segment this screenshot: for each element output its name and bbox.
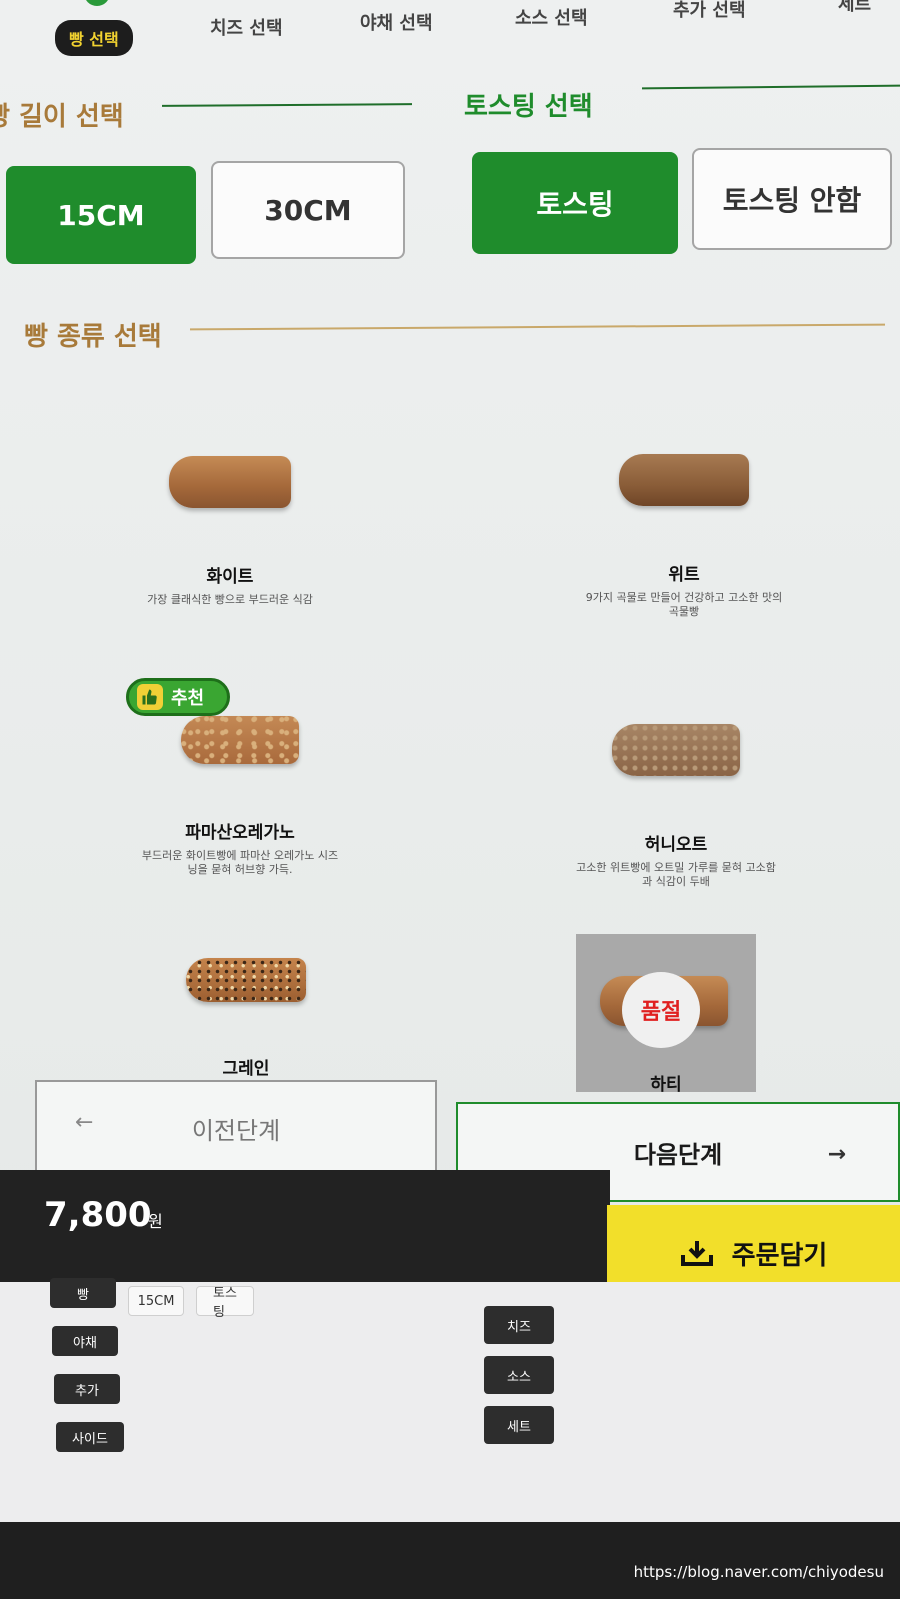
bread-wheat-image xyxy=(619,454,749,506)
toasting-section-title: 토스팅 선택 xyxy=(464,92,593,122)
bread-name: 화이트 xyxy=(206,567,254,587)
length-divider xyxy=(161,103,413,107)
bread-parmesan-image xyxy=(181,716,299,764)
blog-watermark: https://blog.naver.com/chiyodesu xyxy=(633,1563,884,1581)
step-vegetable[interactable]: 야채 선택 xyxy=(360,9,433,35)
step-bread[interactable]: 빵 선택 xyxy=(55,20,133,56)
toasting-on-button[interactable]: 토스팅 xyxy=(472,152,678,254)
arrow-left-icon: ← xyxy=(75,1110,94,1135)
bread-grain-image xyxy=(186,958,306,1002)
kiosk-bezel xyxy=(0,1522,900,1599)
bread-description: 부드러운 화이트빵에 파마산 오레가노 시즈닝을 묻혀 허브향 가득. xyxy=(141,849,339,876)
next-step-label: 다음단계 xyxy=(633,1140,723,1169)
bread-card-parmesan-oregano[interactable]: 파마산오레가노 부드러운 화이트빵에 파마산 오레가노 시즈닝을 묻혀 허브향 … xyxy=(140,716,340,877)
summary-length-tag: 15CM xyxy=(128,1286,184,1316)
toasting-off-button[interactable]: 토스팅 안함 xyxy=(692,148,892,250)
soldout-badge: 품절 xyxy=(622,972,700,1048)
bread-section-title: 빵 종류 선택 xyxy=(24,322,162,352)
bread-description: 가장 클래식한 빵으로 부드러운 식감 xyxy=(147,593,313,606)
thumbs-up-icon xyxy=(137,684,163,710)
toasting-divider xyxy=(641,84,900,90)
add-to-order-label: 주문담기 xyxy=(731,1240,828,1271)
summary-set-tag[interactable]: 세트 xyxy=(484,1406,554,1444)
length-30cm-button[interactable]: 30CM xyxy=(211,161,405,259)
bread-name: 위트 xyxy=(668,565,700,585)
bread-name: 그레인 xyxy=(222,1059,270,1079)
bread-card-honey-oat[interactable]: 허니오트 고소한 위트빵에 오트밀 가루를 묻혀 고소함과 식감이 두배 xyxy=(576,724,776,889)
summary-side-tag[interactable]: 사이드 xyxy=(56,1422,124,1452)
arrow-right-icon: → xyxy=(827,1142,846,1167)
recommend-label: 추천 xyxy=(171,688,205,709)
total-price: 7,800 xyxy=(44,1195,152,1235)
bread-white-image xyxy=(169,456,291,508)
current-step-indicator xyxy=(84,0,110,6)
download-tray-icon xyxy=(680,1239,714,1267)
bread-name: 파마산오레가노 xyxy=(185,823,295,843)
step-sauce[interactable]: 소스 선택 xyxy=(515,4,588,30)
bread-card-white[interactable]: 화이트 가장 클래식한 빵으로 부드러운 식감 xyxy=(130,456,330,607)
summary-cheese-tag[interactable]: 치즈 xyxy=(484,1306,554,1344)
summary-extra-tag[interactable]: 추가 xyxy=(54,1374,120,1404)
bread-description: 9가지 곡물로 만들어 건강하고 고소한 맛의 곡물빵 xyxy=(585,591,783,618)
order-summary-panel xyxy=(0,1282,900,1522)
summary-toasting-tag: 토스팅 xyxy=(196,1286,254,1320)
prev-step-label: 이전단계 xyxy=(191,1116,281,1145)
price-unit: 원 xyxy=(148,1212,163,1231)
summary-bread-tag[interactable]: 빵 xyxy=(50,1278,116,1308)
bread-honey-oat-image xyxy=(612,724,740,776)
bread-card-hearty-soldout: 품절 하티 xyxy=(576,934,756,1095)
bread-name: 허니오트 xyxy=(644,835,708,855)
bread-card-wheat[interactable]: 위트 9가지 곡물로 만들어 건강하고 고소한 맛의 곡물빵 xyxy=(584,454,784,619)
bread-divider xyxy=(190,323,885,331)
summary-sauce-tag[interactable]: 소스 xyxy=(484,1356,554,1394)
kiosk-screen: 빵 선택 치즈 선택 야채 선택 소스 선택 추가 선택 세트 빵 길이 선택 … xyxy=(0,0,900,1599)
bread-card-grain[interactable]: 그레인 xyxy=(146,958,346,1079)
step-cheese[interactable]: 치즈 선택 xyxy=(210,14,283,40)
prev-step-button[interactable]: ← 이전단계 xyxy=(35,1080,437,1176)
length-15cm-button[interactable]: 15CM xyxy=(6,166,196,264)
length-section-title: 빵 길이 선택 xyxy=(0,102,124,132)
summary-vegetable-tag[interactable]: 야채 xyxy=(52,1326,118,1356)
recommend-badge: 추천 xyxy=(126,678,230,716)
step-navigation: 빵 선택 치즈 선택 야채 선택 소스 선택 추가 선택 세트 xyxy=(0,0,900,60)
bread-name: 하티 xyxy=(650,1075,682,1095)
step-set[interactable]: 세트 xyxy=(838,0,871,16)
step-extra[interactable]: 추가 선택 xyxy=(673,0,746,22)
bread-description: 고소한 위트빵에 오트밀 가루를 묻혀 고소함과 식감이 두배 xyxy=(576,861,776,888)
